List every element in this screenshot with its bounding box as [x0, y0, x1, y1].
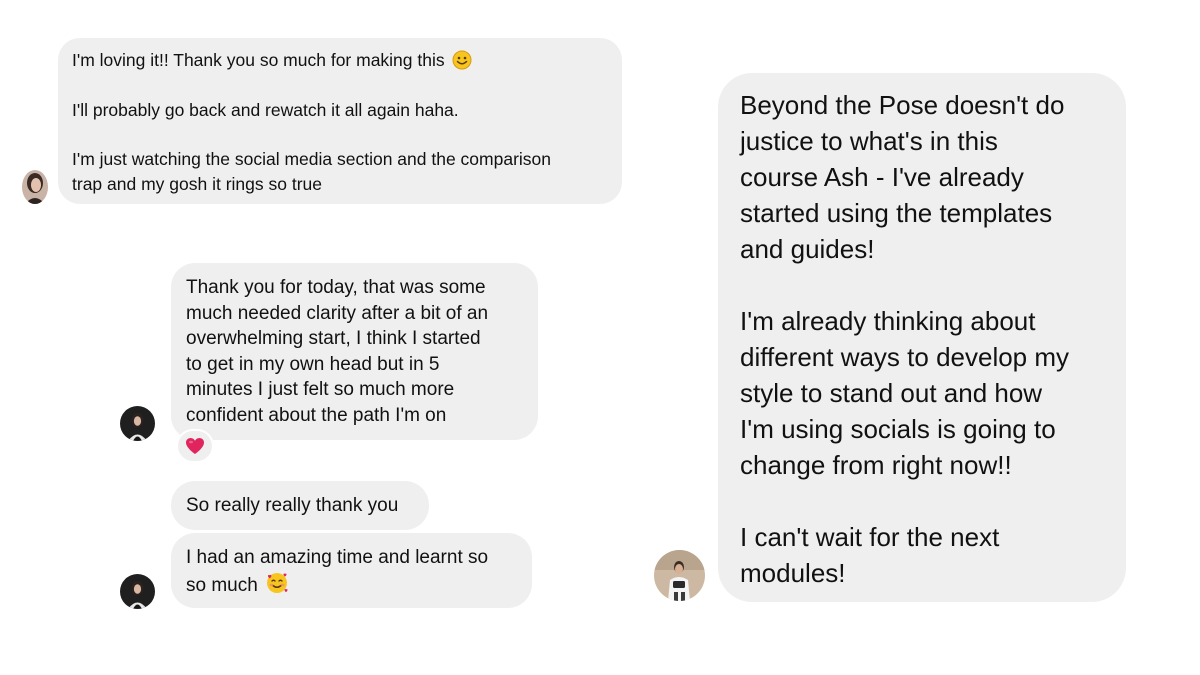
message-2-line: confident about the path I'm on — [186, 404, 447, 426]
message-bubble-3[interactable]: So really really thank you — [171, 481, 429, 530]
avatar-sender-1[interactable] — [22, 170, 48, 204]
message-5-line: I can't wait for the next — [740, 522, 1000, 552]
message-bubble-4[interactable]: I had an amazing time and learnt so so m… — [171, 533, 532, 608]
message-bubble-5[interactable]: Beyond the Pose doesn't do justice to wh… — [718, 73, 1126, 602]
message-5-line: change from right now!! — [740, 450, 1012, 480]
message-5-line: I'm already thinking about — [740, 306, 1036, 336]
smiling-face-with-hearts-emoji-icon — [265, 571, 289, 595]
avatar-sender-2[interactable] — [120, 406, 155, 441]
message-3-text: So really really thank you — [186, 495, 399, 516]
message-5-line: style to stand out and how — [740, 378, 1043, 408]
message-5-line: modules! — [740, 558, 846, 588]
message-5-line: started using the templates — [740, 198, 1053, 228]
message-5-line: Beyond the Pose doesn't do — [740, 90, 1065, 120]
message-1-line-2: I'll probably go back and rewatch it all… — [72, 99, 459, 120]
message-5-line: I'm using socials is going to — [740, 414, 1056, 444]
message-bubble-2[interactable]: Thank you for today, that was some much … — [171, 263, 538, 440]
heart-reaction[interactable] — [176, 429, 214, 463]
message-2-line: much needed clarity after a bit of an — [186, 302, 489, 324]
message-1-line-4: trap and my gosh it rings so true — [72, 173, 322, 194]
heart-icon — [185, 437, 205, 455]
message-4-line-1: I had an amazing time and learnt so — [186, 547, 489, 568]
message-2-line: to get in my own head but in 5 — [186, 353, 440, 375]
message-5-line: course Ash - I've already — [740, 162, 1024, 192]
smiling-face-emoji-icon — [452, 50, 472, 70]
message-1-line-1: I'm loving it!! Thank you so much for ma… — [72, 48, 608, 73]
message-5-line: justice to what's in this — [740, 126, 998, 156]
avatar-sender-3[interactable] — [120, 574, 155, 609]
message-2-line: Thank you for today, that was some — [186, 277, 486, 298]
message-bubble-1[interactable]: I'm loving it!! Thank you so much for ma… — [58, 38, 622, 204]
avatar-sender-4[interactable] — [654, 550, 705, 601]
message-5-line: different ways to develop my — [740, 342, 1070, 372]
message-4-line-2: so much — [186, 571, 517, 599]
message-5-line: and guides! — [740, 234, 875, 264]
message-2-line: minutes I just felt so much more — [186, 379, 455, 400]
message-2-line: overwhelming start, I think I started — [186, 328, 481, 349]
message-1-line-3: I'm just watching the social media secti… — [72, 149, 552, 169]
